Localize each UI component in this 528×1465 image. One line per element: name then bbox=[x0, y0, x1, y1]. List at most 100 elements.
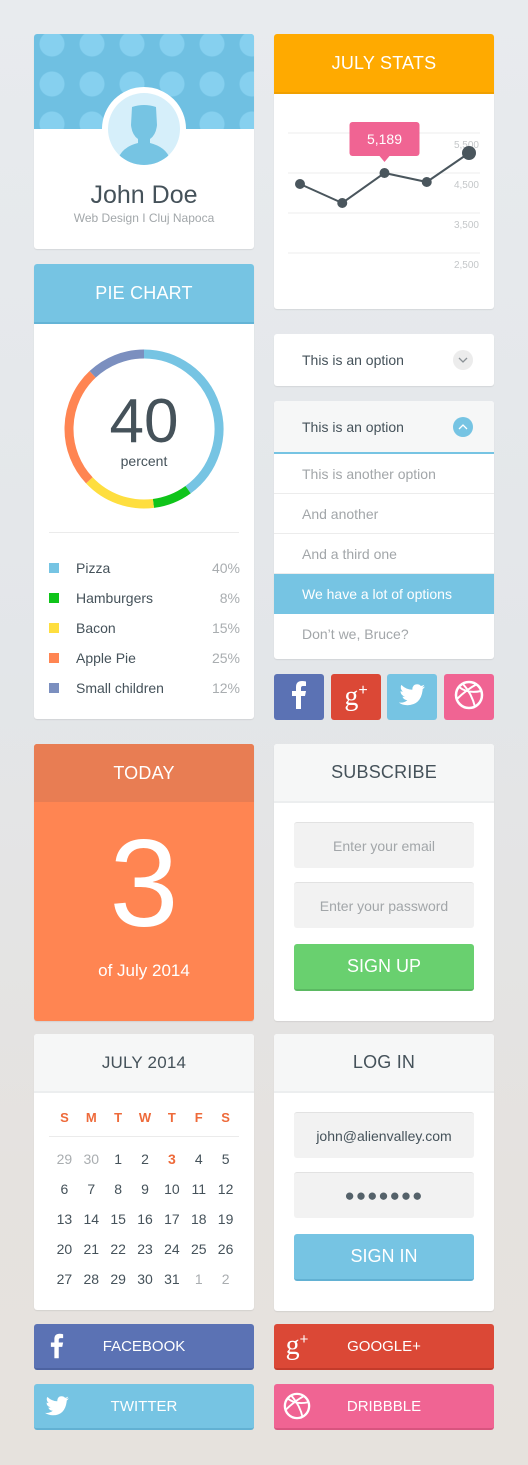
data-point[interactable] bbox=[337, 198, 348, 208]
calendar-day[interactable]: 23 bbox=[132, 1241, 159, 1257]
calendar-day-outside[interactable]: 2 bbox=[212, 1271, 239, 1287]
facebook-icon bbox=[291, 680, 307, 714]
donut-slice-small-children[interactable] bbox=[89, 349, 145, 378]
dropdown-option[interactable]: And another bbox=[274, 494, 494, 534]
dribbble-button[interactable]: DRIBBBLE bbox=[274, 1384, 494, 1430]
avatar[interactable] bbox=[102, 87, 186, 171]
login-password-field[interactable]: ●●●●●●● bbox=[294, 1172, 474, 1218]
y-tick-label: 2,500 bbox=[454, 260, 479, 271]
calendar-day[interactable]: 21 bbox=[78, 1241, 105, 1257]
calendar-day[interactable]: 13 bbox=[51, 1211, 78, 1227]
profile-subtitle: Web Design I Cluj Napoca bbox=[73, 211, 215, 225]
calendar-day-outside[interactable]: 29 bbox=[51, 1151, 78, 1167]
calendar-day[interactable]: 6 bbox=[51, 1181, 78, 1197]
today-day: 3 bbox=[109, 815, 179, 953]
data-point[interactable] bbox=[379, 168, 390, 178]
dropdown-option[interactable]: This is another option bbox=[274, 454, 494, 494]
calendar-title: JULY 2014 bbox=[34, 1034, 254, 1093]
calendar-day[interactable]: 8 bbox=[105, 1181, 132, 1197]
weekday-label: M bbox=[85, 1109, 97, 1125]
data-point[interactable] bbox=[462, 146, 476, 160]
data-point[interactable] bbox=[421, 177, 432, 187]
legend-label: Pizza bbox=[76, 560, 111, 576]
dribbble-icon bbox=[454, 680, 484, 715]
facebook-label: FACEBOOK bbox=[102, 1337, 186, 1355]
divider bbox=[49, 1136, 239, 1137]
facebook-square-button[interactable] bbox=[274, 674, 324, 720]
calendar-day[interactable]: 30 bbox=[132, 1271, 159, 1287]
login-email-field[interactable]: john@alienvalley.com bbox=[294, 1112, 474, 1158]
calendar-day[interactable]: 27 bbox=[51, 1271, 78, 1287]
google-plus-label: GOOGLE+ bbox=[347, 1337, 421, 1355]
calendar-day[interactable]: 14 bbox=[78, 1211, 105, 1227]
dropdown-open: This is an option This is another option… bbox=[274, 401, 494, 659]
calendar-day[interactable]: 18 bbox=[185, 1211, 212, 1227]
calendar-day[interactable]: 28 bbox=[78, 1271, 105, 1287]
tooltip-label: 5,189 bbox=[367, 131, 402, 147]
weekday-label: F bbox=[194, 1109, 203, 1125]
login-card: LOG IN john@alienvalley.com ●●●●●●● SIGN… bbox=[274, 1034, 494, 1311]
calendar-day[interactable]: 2 bbox=[132, 1151, 159, 1167]
legend-swatch bbox=[49, 653, 59, 663]
calendar-day[interactable]: 10 bbox=[158, 1181, 185, 1197]
y-tick-label: 4,500 bbox=[454, 180, 479, 191]
password-field[interactable]: Enter your password bbox=[294, 882, 474, 928]
calendar-day[interactable]: 22 bbox=[105, 1241, 132, 1257]
google-plus-button[interactable]: g + GOOGLE+ bbox=[274, 1324, 494, 1370]
donut-slice-hamburgers[interactable] bbox=[152, 485, 191, 508]
dropdown-value: This is an option bbox=[302, 418, 404, 435]
twitter-icon bbox=[398, 683, 426, 711]
calendar-day[interactable]: 4 bbox=[185, 1151, 212, 1167]
calendar-day[interactable]: 7 bbox=[78, 1181, 105, 1197]
calendar-day[interactable]: 9 bbox=[132, 1181, 159, 1197]
google-plus-icon: g+ bbox=[344, 681, 368, 712]
legend-item: Apple Pie 25% bbox=[49, 643, 240, 673]
sign-up-button[interactable]: SIGN UP bbox=[294, 944, 474, 991]
dropdown-option[interactable]: We have a lot of options bbox=[274, 574, 494, 614]
google-plus-square-button[interactable]: g+ bbox=[331, 674, 381, 720]
calendar-day[interactable]: 20 bbox=[51, 1241, 78, 1257]
donut-slice-bacon[interactable] bbox=[86, 477, 154, 509]
calendar-day[interactable]: 19 bbox=[212, 1211, 239, 1227]
calendar-day-today[interactable]: 3 bbox=[158, 1151, 185, 1167]
legend-swatch bbox=[49, 593, 59, 603]
facebook-icon bbox=[34, 1333, 80, 1359]
dribbble-square-button[interactable] bbox=[444, 674, 494, 720]
calendar-day[interactable]: 26 bbox=[212, 1241, 239, 1257]
dropdown-options: This is another option And another And a t… bbox=[274, 454, 494, 654]
chevron-down-icon[interactable] bbox=[453, 350, 473, 370]
dropdown-value: This is an option bbox=[302, 352, 404, 368]
sign-in-button[interactable]: SIGN IN bbox=[294, 1234, 474, 1281]
chevron-up-icon[interactable] bbox=[453, 416, 473, 437]
dropdown-option[interactable]: And a third one bbox=[274, 534, 494, 574]
email-field[interactable]: Enter your email bbox=[294, 822, 474, 868]
data-point[interactable] bbox=[295, 179, 305, 189]
dropdown-option[interactable]: Don’t we, Bruce? bbox=[274, 614, 494, 654]
today-month: of July 2014 bbox=[98, 961, 190, 980]
calendar-day[interactable]: 31 bbox=[158, 1271, 185, 1287]
calendar-day[interactable]: 17 bbox=[158, 1211, 185, 1227]
calendar-day-outside[interactable]: 30 bbox=[78, 1151, 105, 1167]
legend-value: 12% bbox=[211, 680, 240, 696]
dribbble-label: DRIBBBLE bbox=[346, 1397, 422, 1415]
calendar-day[interactable]: 5 bbox=[212, 1151, 239, 1167]
legend-swatch bbox=[49, 623, 59, 633]
calendar-day-outside[interactable]: 1 bbox=[185, 1271, 212, 1287]
calendar-day[interactable]: 12 bbox=[212, 1181, 239, 1197]
login-title: LOG IN bbox=[274, 1034, 494, 1093]
legend-item: Pizza 40% bbox=[49, 553, 240, 583]
user-silhouette-icon bbox=[108, 93, 180, 165]
calendar-day[interactable]: 1 bbox=[105, 1151, 132, 1167]
calendar-day[interactable]: 25 bbox=[185, 1241, 212, 1257]
calendar-day[interactable]: 24 bbox=[158, 1241, 185, 1257]
dropdown-header[interactable]: This is an option bbox=[274, 401, 494, 454]
dropdown-closed[interactable]: This is an option bbox=[274, 334, 494, 386]
calendar-day[interactable]: 15 bbox=[105, 1211, 132, 1227]
calendar-day[interactable]: 16 bbox=[132, 1211, 159, 1227]
facebook-button[interactable]: FACEBOOK bbox=[34, 1324, 254, 1370]
twitter-square-button[interactable] bbox=[387, 674, 437, 720]
calendar-day[interactable]: 11 bbox=[185, 1181, 212, 1197]
calendar-day[interactable]: 29 bbox=[105, 1271, 132, 1287]
legend-label: Small children bbox=[76, 680, 164, 696]
twitter-button[interactable]: TWITTER bbox=[34, 1384, 254, 1430]
